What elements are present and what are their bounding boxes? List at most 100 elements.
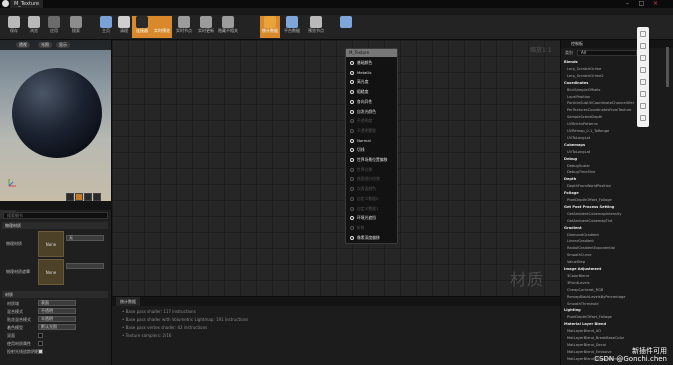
property-select[interactable]: 半透明 xyxy=(38,316,76,322)
palette-item[interactable]: LocalPosition xyxy=(567,95,590,100)
list-icon[interactable] xyxy=(640,79,646,85)
palette-item[interactable]: GetAmbientCubemapTint xyxy=(567,219,613,224)
node-pin[interactable]: 自定义数据0 xyxy=(350,195,378,203)
palette-category[interactable]: Blends xyxy=(564,60,578,65)
node-pin[interactable]: 世界场景位置偏移 xyxy=(350,156,387,164)
cylinder-shape-button[interactable] xyxy=(66,193,74,201)
phys-mask-thumbnail[interactable]: None xyxy=(38,259,64,285)
node-pin[interactable]: 折射 xyxy=(350,224,365,232)
toolbar-button-5[interactable]: 主页 xyxy=(96,16,116,38)
palette-item[interactable]: UVToLongLat xyxy=(567,136,590,141)
section-material[interactable]: 材质 xyxy=(2,291,108,298)
palette-category[interactable]: Material Layer Blend xyxy=(564,322,606,327)
grid-icon[interactable] xyxy=(640,55,646,61)
phys-mask-select[interactable] xyxy=(66,263,104,269)
node-pin[interactable]: 高光度 xyxy=(350,78,368,86)
asset-tab[interactable]: M_Texture xyxy=(10,0,44,8)
palette-item[interactable]: MatLayerBlend_AO xyxy=(567,329,601,334)
node-pin[interactable]: 像素深度偏移 xyxy=(350,234,380,242)
toolbar-button-10[interactable]: 实时更新 xyxy=(196,16,216,38)
palette-item[interactable]: SmoothThreshold xyxy=(567,302,599,307)
toolbar-button-12[interactable]: 统计数据 xyxy=(260,16,280,38)
palette-item[interactable]: RemapBlackLevelsByPercentage xyxy=(567,295,625,300)
palette-category[interactable]: Get Post Process Setting xyxy=(564,205,614,210)
material-graph[interactable]: 缩放1:1 材质 M_Texture 基础颜色 Metallic 高光度 粗糙度 各向异… xyxy=(112,40,560,296)
node-pin[interactable]: 不透明蒙版 xyxy=(350,127,376,135)
plane-shape-button[interactable] xyxy=(84,193,92,201)
settings-icon[interactable] xyxy=(640,91,646,97)
property-select[interactable]: 默认光照 xyxy=(38,324,76,330)
copy-icon[interactable] xyxy=(640,67,646,73)
node-pin[interactable]: 粗糙度 xyxy=(350,88,368,96)
toolbar-button-1[interactable]: 保存 xyxy=(4,16,24,38)
details-search-input[interactable]: 搜索细节 xyxy=(3,212,108,219)
maximize-button[interactable]: □ xyxy=(638,0,645,7)
palette-item[interactable]: 3PointLevels xyxy=(567,281,590,286)
palette-item[interactable]: LinearGradient xyxy=(567,239,594,244)
palette-item[interactable]: SmoothCurve xyxy=(567,253,591,258)
folder-icon[interactable] xyxy=(640,103,646,109)
node-pin[interactable]: Normal xyxy=(350,137,371,145)
palette-item[interactable]: PixelDepthOffset_Foliage xyxy=(567,198,612,203)
palette-item[interactable]: UVBricksPatterns xyxy=(567,122,598,127)
palette-item[interactable]: ParticleSubUVCoordinateChannelXfer xyxy=(567,101,634,106)
palette-item[interactable]: ValueStep xyxy=(567,260,585,265)
close-button[interactable]: × xyxy=(652,0,659,7)
palette-item[interactable]: DebugTimeSine xyxy=(567,170,595,175)
palette-category[interactable]: Lighting xyxy=(564,308,581,313)
palette-category[interactable]: Gradient xyxy=(564,226,582,231)
palette-item[interactable]: PerTexturesCoordinatesFromTexture xyxy=(567,108,631,113)
toolbar-button-8[interactable]: 实时预览 xyxy=(152,16,172,38)
material-preview-viewport[interactable]: 透视 光照 显示 xyxy=(0,40,112,201)
viewport-show-button[interactable]: 显示 xyxy=(56,42,70,48)
palette-item[interactable]: DepthFromWorldPosition xyxy=(567,184,611,189)
palette-item[interactable]: CheapContrast_RGB xyxy=(567,288,603,293)
palette-category[interactable]: Cubemaps xyxy=(564,143,585,148)
sphere-shape-button[interactable] xyxy=(75,193,83,201)
property-checkbox[interactable] xyxy=(38,341,43,346)
palette-item[interactable]: MatLayerBlend_BreakBaseColor xyxy=(567,336,624,341)
palette-item[interactable]: GetAmbientCubemapIntensity xyxy=(567,212,621,217)
toolbar-button-7[interactable]: 连接器 xyxy=(132,16,152,38)
pin-icon[interactable] xyxy=(640,31,646,37)
palette-item[interactable]: SampleSceneDepth xyxy=(567,115,602,120)
node-pin[interactable]: 世界位移 xyxy=(350,166,372,174)
toolbar-button-11[interactable]: 隐藏不相关 xyxy=(218,16,238,38)
section-physical-material[interactable]: 物理材质 xyxy=(2,222,108,229)
toolbar-button-4[interactable]: 搜索 xyxy=(66,16,86,38)
palette-category[interactable]: Depth xyxy=(564,177,576,182)
toolbar-button-14[interactable]: 预览节点 xyxy=(306,16,326,38)
palette-item[interactable]: Lerp_ScratchGrime2 xyxy=(567,74,604,79)
tab-stats[interactable]: 统计数据 xyxy=(116,297,140,306)
toolbar-button-6[interactable]: 清理 xyxy=(114,16,134,38)
layout-icon[interactable] xyxy=(640,43,646,49)
node-pin[interactable]: 曲面细分倍增 xyxy=(350,175,380,183)
viewport-lighting-button[interactable]: 光照 xyxy=(38,42,52,48)
minimize-button[interactable]: – xyxy=(624,0,631,7)
property-checkbox[interactable] xyxy=(38,333,43,338)
node-pin[interactable]: Metallic xyxy=(350,69,372,77)
toolbar-button-3[interactable]: 应用 xyxy=(44,16,64,38)
node-pin[interactable]: 切线 xyxy=(350,146,365,154)
phys-material-thumbnail[interactable]: None xyxy=(38,231,64,257)
palette-item[interactable]: RadialGradientExponential xyxy=(567,246,615,251)
toolbar-button-9[interactable]: 实时节点 xyxy=(174,16,194,38)
material-result-node[interactable]: M_Texture 基础颜色 Metallic 高光度 粗糙度 各向异性 自发光颜色 不透明… xyxy=(345,48,398,244)
palette-item[interactable]: UVRemap_0-1_ToRange xyxy=(567,129,609,134)
node-pin[interactable]: 环境光遮挡 xyxy=(350,214,376,222)
category-select[interactable]: All xyxy=(577,50,637,56)
palette-item[interactable]: PixelDepthOffset_Foliage xyxy=(567,315,612,320)
phys-material-select[interactable]: 无 xyxy=(66,235,104,241)
palette-category[interactable]: Image Adjustment xyxy=(564,267,601,272)
node-pin[interactable]: 各向异性 xyxy=(350,98,372,106)
node-pin[interactable]: 次表面颜色 xyxy=(350,185,376,193)
property-checkbox[interactable] xyxy=(38,349,43,354)
property-select[interactable]: 不透明 xyxy=(38,308,76,314)
node-pin[interactable]: 基础颜色 xyxy=(350,59,372,67)
palette-item[interactable]: DiamondGradient xyxy=(567,233,599,238)
cube-shape-button[interactable] xyxy=(93,193,101,201)
toolbar-button-15[interactable] xyxy=(336,16,356,38)
palette-category[interactable]: Coordinates xyxy=(564,81,588,86)
node-pin[interactable]: 自发光颜色 xyxy=(350,108,376,116)
node-pin[interactable]: 自定义数据1 xyxy=(350,205,378,213)
